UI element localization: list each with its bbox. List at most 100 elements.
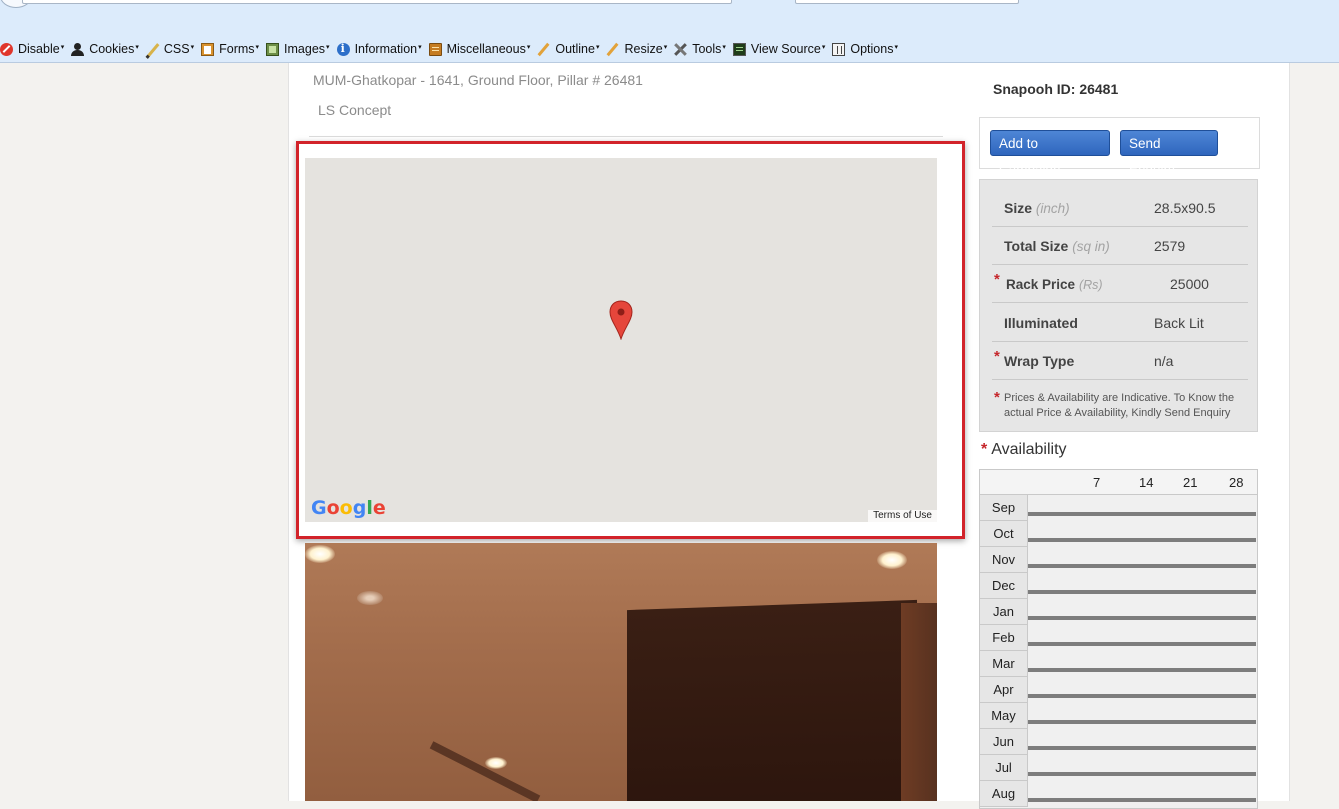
calendar-day-label: 7 xyxy=(1093,475,1101,490)
map-pin-icon[interactable] xyxy=(609,300,633,340)
display-panel-side xyxy=(901,603,937,801)
cookies-icon xyxy=(71,42,85,56)
required-star: * xyxy=(981,441,988,458)
browser-chrome: Disable▾ Cookies▾ CSS▾ Forms▾ Images▾ In… xyxy=(0,0,1339,63)
toolbar-options-menu[interactable]: Options ▾ xyxy=(832,42,898,56)
required-star: * xyxy=(994,348,1000,365)
divider xyxy=(309,136,943,137)
view-source-icon xyxy=(732,42,746,56)
availability-bar xyxy=(1028,564,1256,568)
google-map[interactable]: Google Terms of Use xyxy=(305,158,937,522)
availability-heading: * Availability xyxy=(981,441,1067,459)
toolbar-css-menu[interactable]: CSS ▾ xyxy=(146,42,194,56)
spec-unit: (Rs) xyxy=(1078,278,1103,292)
smoke-detector xyxy=(357,591,383,605)
ceiling-vent xyxy=(429,741,541,801)
information-icon xyxy=(336,42,350,56)
toolbar-label: View Source xyxy=(750,42,821,56)
spec-value: 25000 xyxy=(1170,276,1209,292)
google-logo-letter: g xyxy=(352,497,367,519)
availability-title: Availability xyxy=(991,441,1067,458)
google-logo-letter: o xyxy=(339,497,353,519)
toolbar-label: Information xyxy=(354,42,418,56)
add-to-campaign-button[interactable]: Add to Campaign xyxy=(990,130,1110,177)
required-star: * xyxy=(994,389,1000,406)
disable-icon xyxy=(0,42,13,56)
spec-row-size: Size (inch) 28.5x90.5 xyxy=(992,188,1248,227)
caret-down-icon: ▾ xyxy=(722,44,726,51)
terms-of-use-link[interactable]: Terms of Use xyxy=(868,510,937,522)
caret-down-icon: ▾ xyxy=(60,44,65,51)
calendar-day-label: 14 xyxy=(1139,475,1154,490)
availability-bar xyxy=(1028,798,1256,802)
toolbar-label: Disable xyxy=(18,42,60,56)
images-icon xyxy=(266,42,280,56)
availability-bar xyxy=(1028,694,1256,698)
spec-label: Illuminated xyxy=(1004,315,1078,331)
availability-bar xyxy=(1028,590,1256,594)
toolbar-tools-menu[interactable]: Tools ▾ xyxy=(674,42,726,56)
calendar-month-jan: Jan xyxy=(980,599,1028,625)
availability-bar xyxy=(1028,538,1256,542)
toolbar-resize-menu[interactable]: Resize ▾ xyxy=(606,42,667,56)
caret-down-icon: ▾ xyxy=(894,44,898,51)
spec-value: n/a xyxy=(1154,353,1174,369)
pricing-disclaimer: Prices & Availability are Indicative. To… xyxy=(1004,392,1235,419)
required-star: * xyxy=(994,271,1000,288)
ceiling-light xyxy=(485,757,507,769)
calendar-month-feb: Feb xyxy=(980,625,1028,651)
google-logo-letter: o xyxy=(326,497,340,519)
toolbar-view-source-menu[interactable]: View Source ▾ xyxy=(732,42,825,56)
spec-value: 2579 xyxy=(1154,238,1186,254)
spec-label: Size (inch) xyxy=(1004,200,1070,216)
toolbar-label: Forms xyxy=(219,42,255,56)
resize-icon xyxy=(606,43,619,56)
toolbar-label: Outline xyxy=(555,42,595,56)
outline-icon xyxy=(537,43,550,56)
send-enquiry-button[interactable]: Send Enquiry xyxy=(1120,130,1218,177)
spec-label-text: Total Size xyxy=(1004,238,1069,254)
calendar-month-jun: Jun xyxy=(980,729,1028,755)
caret-down-icon: ▾ xyxy=(418,44,422,51)
snapooh-id: Snapooh ID: 26481 xyxy=(993,81,1119,97)
toolbar-outline-menu[interactable]: Outline ▾ xyxy=(537,42,599,56)
forms-icon xyxy=(201,42,215,56)
caret-down-icon: ▾ xyxy=(135,44,139,51)
toolbar-images-menu[interactable]: Images ▾ xyxy=(266,42,330,56)
caret-down-icon: ▾ xyxy=(595,44,600,51)
toolbar-disable-menu[interactable]: Disable ▾ xyxy=(0,42,64,56)
toolbar-label: Images xyxy=(284,42,326,56)
toolbar-label: Cookies xyxy=(89,42,135,56)
toolbar-cookies-menu[interactable]: Cookies ▾ xyxy=(71,42,139,56)
specs-panel: Size (inch) 28.5x90.5 Total Size (sq in)… xyxy=(979,179,1258,432)
caret-down-icon: ▾ xyxy=(326,44,330,51)
spec-label: Wrap Type xyxy=(1004,353,1075,369)
spec-unit: (inch) xyxy=(1035,201,1070,216)
availability-bar xyxy=(1028,642,1256,646)
calendar-month-oct: Oct xyxy=(980,521,1028,547)
spec-value: 28.5x90.5 xyxy=(1154,200,1216,216)
availability-bar xyxy=(1028,616,1256,620)
ceiling-light xyxy=(305,545,335,563)
caret-down-icon: ▾ xyxy=(190,44,195,51)
toolbar-information-menu[interactable]: Information▾ xyxy=(336,42,422,56)
spec-value: Back Lit xyxy=(1154,315,1204,331)
toolbar-label: Resize xyxy=(624,42,663,56)
calendar-month-nov: Nov xyxy=(980,547,1028,573)
availability-bar xyxy=(1028,746,1256,750)
spec-label: Total Size (sq in) xyxy=(1004,238,1110,254)
spec-row-wrap-type: * Wrap Type n/a xyxy=(992,341,1248,380)
address-bar[interactable] xyxy=(22,0,732,4)
caret-down-icon: ▾ xyxy=(526,44,531,51)
miscellaneous-icon xyxy=(428,42,442,56)
toolbar-miscellaneous-menu[interactable]: Miscellaneous ▾ xyxy=(428,42,531,56)
caret-down-icon: ▾ xyxy=(663,44,668,51)
calendar-day-label: 28 xyxy=(1229,475,1244,490)
toolbar-label: CSS xyxy=(163,42,190,56)
spec-row-rack-price: * Rack Price (Rs) 25000 xyxy=(992,264,1248,303)
browser-search-box[interactable] xyxy=(795,0,1019,4)
availability-calendar: 7 14 21 28 Sep Oct Nov Dec Jan Feb Mar Apr May Ju… xyxy=(979,469,1258,809)
toolbar-forms-menu[interactable]: Forms ▾ xyxy=(201,42,259,56)
toolbar-label: Tools xyxy=(692,42,722,56)
calendar-month-dec: Dec xyxy=(980,573,1028,599)
